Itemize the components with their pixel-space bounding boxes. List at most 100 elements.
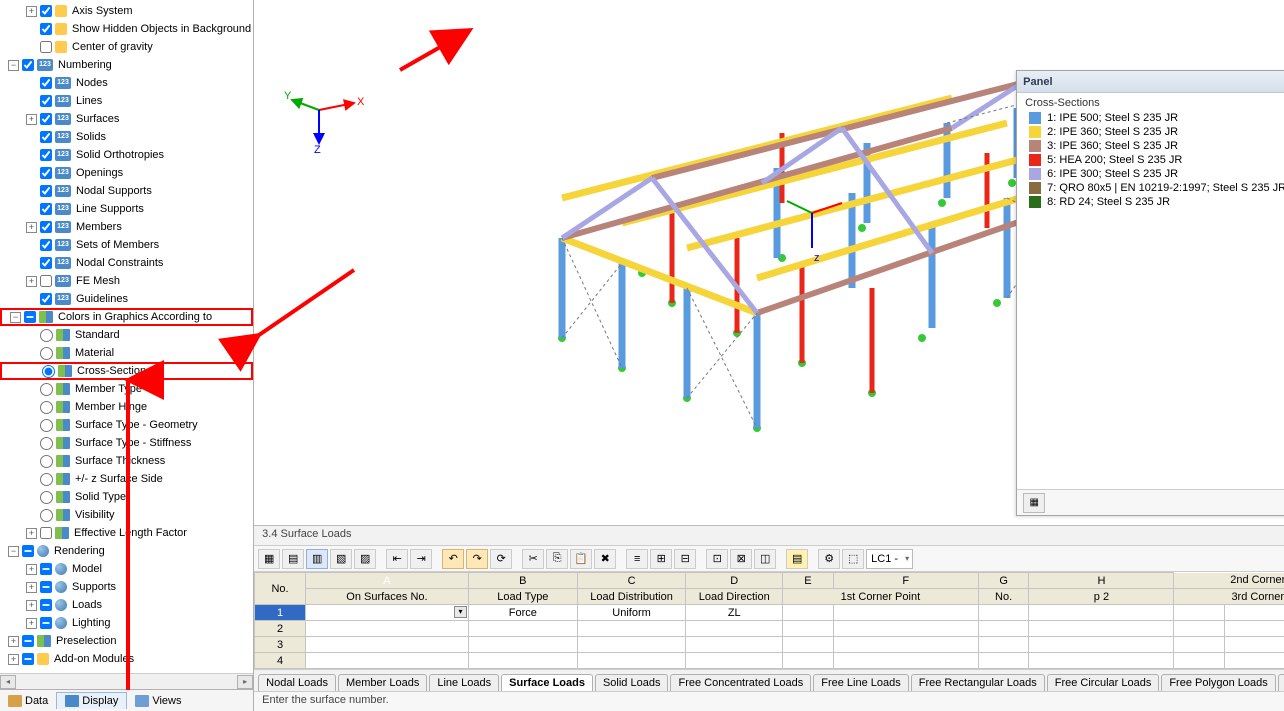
tb-btn-2[interactable]: ▤ [282,549,304,569]
tree-checkbox[interactable] [40,203,52,215]
tree-item[interactable]: +123FE Mesh [0,272,253,290]
tree-checkbox[interactable] [40,581,52,593]
tree-checkbox[interactable] [22,59,34,71]
panel-titlebar[interactable]: Panel ✕ [1017,71,1284,93]
row-number[interactable]: 1 [255,605,306,621]
table-row[interactable]: 1▾ForceUniformZL [255,605,1284,621]
tb-btn-17[interactable]: ⊟ [674,549,696,569]
tree-item[interactable]: Solid Type [0,488,253,506]
tree-item[interactable]: +Supports [0,578,253,596]
data-table[interactable]: No. A B C D E F G H 2nd Corner Point On … [254,572,1284,669]
tree-radio[interactable] [40,491,53,504]
tree-checkbox[interactable] [40,167,52,179]
legend-item[interactable]: 6: IPE 300; Steel S 235 JR [1017,167,1284,181]
cell[interactable]: Force [468,605,577,621]
cell[interactable]: Uniform [577,605,686,621]
cell[interactable]: ZL [686,605,783,621]
tab-data[interactable]: Data [0,693,56,709]
h-loaddir[interactable]: Load Direction [686,589,783,605]
tree-item[interactable]: +Axis System [0,2,253,20]
cell[interactable] [833,605,978,621]
sheet-tab[interactable]: Free Circular Loads [1047,674,1160,691]
tree-item[interactable]: Visibility [0,506,253,524]
cell[interactable] [305,653,468,669]
tree-checkbox[interactable] [22,635,34,647]
tb-btn-21[interactable]: ▤ [786,549,808,569]
col-C[interactable]: C [577,573,686,589]
cell[interactable]: ▾ [305,605,468,621]
tree-item[interactable]: 123Nodal Constraints [0,254,253,272]
col-A[interactable]: A [305,573,468,589]
col-D[interactable]: D [686,573,783,589]
cell[interactable] [1174,637,1225,653]
tree-item[interactable]: Surface Type - Stiffness [0,434,253,452]
tb-btn-4[interactable]: ▧ [330,549,352,569]
tree-radio[interactable] [40,509,53,522]
tree-item[interactable]: Surface Type - Geometry [0,416,253,434]
sheet-tab[interactable]: Free Variable L [1278,674,1284,691]
tree-radio[interactable] [40,383,53,396]
scroll-right-button[interactable]: ▸ [237,675,253,689]
cell[interactable] [1029,653,1174,669]
col-G[interactable]: G [978,573,1029,589]
tree-checkbox[interactable] [40,5,52,17]
tree-hscroll[interactable]: ◂ ▸ [0,673,253,689]
loadcase-combo[interactable]: LC1 - [866,549,913,569]
display-tree[interactable]: +Axis SystemShow Hidden Objects in Backg… [0,0,253,673]
sheet-tab[interactable]: Nodal Loads [258,674,336,691]
tree-item[interactable]: 123Nodes [0,74,253,92]
col-F[interactable]: F [833,573,978,589]
tree-item[interactable]: +Model [0,560,253,578]
cell[interactable] [978,605,1029,621]
cell[interactable] [1174,621,1225,637]
scroll-left-button[interactable]: ◂ [0,675,16,689]
tree-checkbox[interactable] [40,41,52,53]
tree-item[interactable]: +Loads [0,596,253,614]
tb-paste[interactable]: 📋 [570,549,592,569]
tb-btn-10[interactable]: ⟳ [490,549,512,569]
tree-item[interactable]: Standard [0,326,253,344]
cell[interactable] [833,653,978,669]
table-row[interactable]: 3 [255,637,1284,653]
tab-display[interactable]: Display [56,692,127,709]
sheet-tab[interactable]: Free Rectangular Loads [911,674,1045,691]
tree-checkbox[interactable] [40,77,52,89]
cell[interactable] [1225,637,1284,653]
sheet-tab[interactable]: Solid Loads [595,674,669,691]
tree-item[interactable]: Member Hinge [0,398,253,416]
row-number[interactable]: 2 [255,621,306,637]
cell[interactable] [577,621,686,637]
expand-icon[interactable]: + [26,564,37,575]
cell[interactable] [783,605,834,621]
tree-checkbox[interactable] [40,239,52,251]
expand-icon[interactable]: + [26,222,37,233]
sheet-tab[interactable]: Member Loads [338,674,427,691]
tree-checkbox[interactable] [40,293,52,305]
tree-item[interactable]: +123Surfaces [0,110,253,128]
tree-item[interactable]: 123Lines [0,92,253,110]
cell[interactable] [783,621,834,637]
tree-item[interactable]: −123Numbering [0,56,253,74]
tree-radio[interactable] [40,473,53,486]
cell[interactable] [1174,653,1225,669]
tree-checkbox[interactable] [40,95,52,107]
tb-btn-19[interactable]: ⊠ [730,549,752,569]
expand-icon[interactable]: + [26,582,37,593]
expand-icon[interactable]: + [26,528,37,539]
col-B[interactable]: B [468,573,577,589]
cell[interactable] [1225,653,1284,669]
expand-icon[interactable]: + [26,618,37,629]
tree-radio[interactable] [40,419,53,432]
tree-checkbox[interactable] [40,131,52,143]
cell[interactable] [1029,605,1174,621]
cell[interactable] [468,637,577,653]
h-p2[interactable]: p 2 [1029,589,1174,605]
expand-icon[interactable]: + [8,636,19,647]
tree-checkbox[interactable] [22,653,34,665]
tree-item[interactable]: 123Solid Orthotropies [0,146,253,164]
tree-item[interactable]: +123Members [0,218,253,236]
tree-item[interactable]: −Colors in Graphics According to [0,308,253,326]
tree-item[interactable]: 123Nodal Supports [0,182,253,200]
legend-item[interactable]: 7: QRO 80x5 | EN 10219-2:1997; Steel S 2… [1017,181,1284,195]
tree-radio[interactable] [40,401,53,414]
